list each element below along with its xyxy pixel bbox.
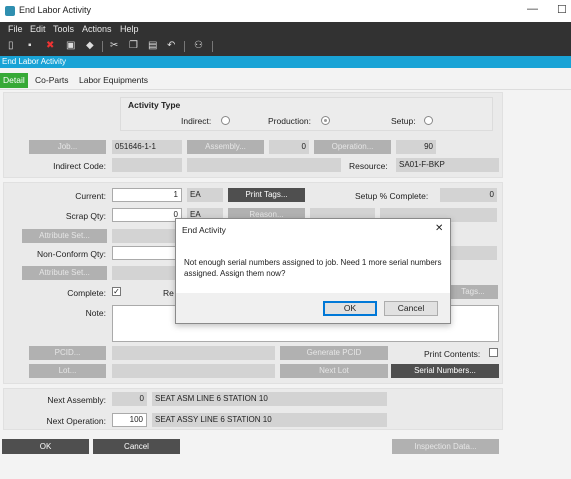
job-button[interactable]: Job...: [29, 140, 106, 154]
copy-icon[interactable]: ❐: [129, 40, 138, 52]
close-icon[interactable]: ✕: [435, 223, 443, 234]
operation-button[interactable]: Operation...: [314, 140, 391, 154]
serial-numbers-button[interactable]: Serial Numbers...: [391, 364, 499, 378]
resource-label: Resource:: [349, 161, 388, 171]
toolbar-separator: [184, 41, 185, 52]
dialog-titlebar: End Activity ✕: [176, 219, 450, 241]
current-uom: EA: [187, 188, 223, 202]
menu-file[interactable]: File: [8, 24, 23, 34]
save-icon[interactable]: ▪: [28, 40, 32, 52]
current-qty-input[interactable]: 1: [112, 188, 182, 202]
app-icon: [5, 6, 15, 16]
activity-type-heading: Activity Type: [128, 100, 181, 110]
tab-detail[interactable]: Detail: [0, 73, 28, 88]
next-operation-input[interactable]: 100: [112, 413, 147, 427]
operation-field[interactable]: 90: [396, 140, 436, 154]
clear-icon[interactable]: ▣: [66, 40, 75, 52]
scrap-qty-label: Scrap Qty:: [65, 211, 106, 221]
indirect-label: Indirect:: [181, 116, 212, 126]
tags-button[interactable]: Tags...: [448, 285, 498, 299]
menu-edit[interactable]: Edit: [30, 24, 46, 34]
cut-icon[interactable]: ✂: [110, 40, 118, 52]
end-activity-dialog: End Activity ✕ Not enough serial numbers…: [175, 218, 451, 324]
nonconform-qty-input[interactable]: [112, 246, 182, 260]
tab-labor-equipments[interactable]: Labor Equipments: [76, 73, 151, 88]
attribute-set-field-1: [112, 229, 182, 243]
minimize-button[interactable]: —: [527, 3, 538, 15]
menu-bar: File Edit Tools Actions Help: [0, 22, 571, 37]
menu-help[interactable]: Help: [120, 24, 139, 34]
toolbar-separator: [102, 41, 103, 52]
undo-icon[interactable]: ↶: [167, 40, 175, 52]
dialog-body: Not enough serial numbers assigned to jo…: [176, 241, 450, 293]
attribute-set-button-2[interactable]: Attribute Set...: [22, 266, 107, 280]
maximize-button[interactable]: ☐: [557, 3, 567, 16]
ok-button[interactable]: OK: [2, 439, 89, 454]
binoculars-icon[interactable]: ⚇: [194, 40, 203, 52]
dialog-ok-button[interactable]: OK: [323, 301, 377, 316]
lot-field[interactable]: [112, 364, 275, 378]
indirect-code-label: Indirect Code:: [53, 161, 106, 171]
delete-icon[interactable]: ✖: [46, 40, 54, 52]
indirect-radio[interactable]: [221, 116, 230, 125]
attribute-set-button-1[interactable]: Attribute Set...: [22, 229, 107, 243]
attribute-set-field-2: [112, 266, 182, 280]
generate-pcid-button[interactable]: Generate PCID: [280, 346, 388, 360]
print-contents-checkbox[interactable]: [489, 348, 498, 357]
form-banner: End Labor Activity: [0, 56, 571, 68]
form-banner-title: End Labor Activity: [2, 57, 67, 66]
window-title: End Labor Activity: [19, 5, 92, 15]
next-assembly-label: Next Assembly:: [47, 395, 106, 405]
setup-radio[interactable]: [424, 116, 433, 125]
inspection-data-button[interactable]: Inspection Data...: [392, 439, 499, 454]
indirect-code-description: [187, 158, 341, 172]
toolbar: ▯ ▪ ✖ ▣ ◆ ✂ ❐ ▤ ↶ ⚇: [0, 37, 571, 56]
next-operation-description: SEAT ASSY LINE 6 STATION 10: [152, 413, 387, 427]
setup-pct-label: Setup % Complete:: [355, 191, 429, 201]
tab-co-parts[interactable]: Co-Parts: [32, 73, 72, 88]
assembly-button[interactable]: Assembly...: [187, 140, 264, 154]
complete-label: Complete:: [67, 288, 106, 298]
next-assembly-description: SEAT ASM LINE 6 STATION 10: [152, 392, 387, 406]
setup-pct-field[interactable]: 0: [440, 188, 497, 202]
current-label: Current:: [75, 191, 106, 201]
cancel-button[interactable]: Cancel: [93, 439, 180, 454]
production-label: Production:: [268, 116, 311, 126]
dialog-message: Not enough serial numbers assigned to jo…: [184, 258, 442, 278]
pcid-field[interactable]: [112, 346, 275, 360]
next-lot-button[interactable]: Next Lot: [280, 364, 388, 378]
print-tags-button[interactable]: Print Tags...: [228, 188, 305, 202]
paste-icon[interactable]: ▤: [148, 40, 157, 52]
next-operation-label: Next Operation:: [46, 416, 106, 426]
print-contents-label: Print Contents:: [424, 349, 481, 359]
next-assembly-number: 0: [112, 392, 147, 406]
dialog-title: End Activity: [182, 225, 226, 235]
re-label: Re: [163, 288, 174, 298]
scrap-qty-input[interactable]: 0: [112, 208, 182, 222]
production-radio[interactable]: [321, 116, 330, 125]
window-titlebar: End Labor Activity — ☐: [0, 0, 571, 22]
dialog-cancel-button[interactable]: Cancel: [384, 301, 438, 316]
indirect-code-field[interactable]: [112, 158, 182, 172]
new-icon[interactable]: ▯: [8, 40, 14, 52]
job-field[interactable]: 051646-1-1: [112, 140, 182, 154]
eraser-icon[interactable]: ◆: [86, 40, 94, 52]
pcid-button[interactable]: PCID...: [29, 346, 106, 360]
complete-checkbox[interactable]: ✓: [112, 287, 121, 296]
menu-tools[interactable]: Tools: [53, 24, 74, 34]
assembly-field[interactable]: 0: [269, 140, 309, 154]
note-label: Note:: [85, 308, 106, 318]
nonconform-qty-label: Non-Conform Qty:: [37, 249, 106, 259]
lot-button[interactable]: Lot...: [29, 364, 106, 378]
menu-actions[interactable]: Actions: [82, 24, 112, 34]
tab-strip: Detail Co-Parts Labor Equipments: [0, 69, 571, 90]
resource-field[interactable]: SA01-F-BKP: [396, 158, 499, 172]
setup-label: Setup:: [391, 116, 416, 126]
toolbar-separator: [212, 41, 213, 52]
